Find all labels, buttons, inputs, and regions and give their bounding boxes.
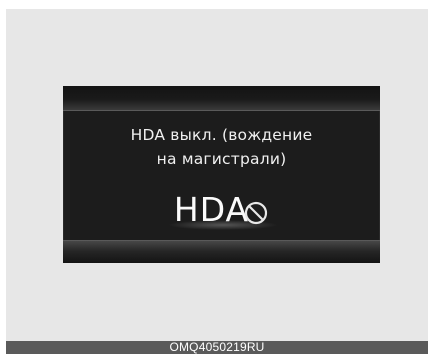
display-bottom-band <box>63 240 380 263</box>
image-code: OMQ4050219RU <box>169 340 265 354</box>
message-line-2: на магистрали) <box>156 150 287 168</box>
illustration-frame: HDA выкл. (вождение на магистрали) HDA <box>6 9 428 354</box>
message-line-1: HDA выкл. (вождение <box>130 126 313 144</box>
hda-indicator: HDA <box>63 190 380 230</box>
caption-bar: OMQ4050219RU <box>6 341 428 354</box>
cluster-display: HDA выкл. (вождение на магистрали) HDA <box>63 86 380 263</box>
hda-label: HDA <box>173 190 250 229</box>
hda-off-message: HDA выкл. (вождение на магистрали) <box>63 123 380 171</box>
display-top-band <box>63 86 380 111</box>
prohibited-icon <box>243 200 269 226</box>
